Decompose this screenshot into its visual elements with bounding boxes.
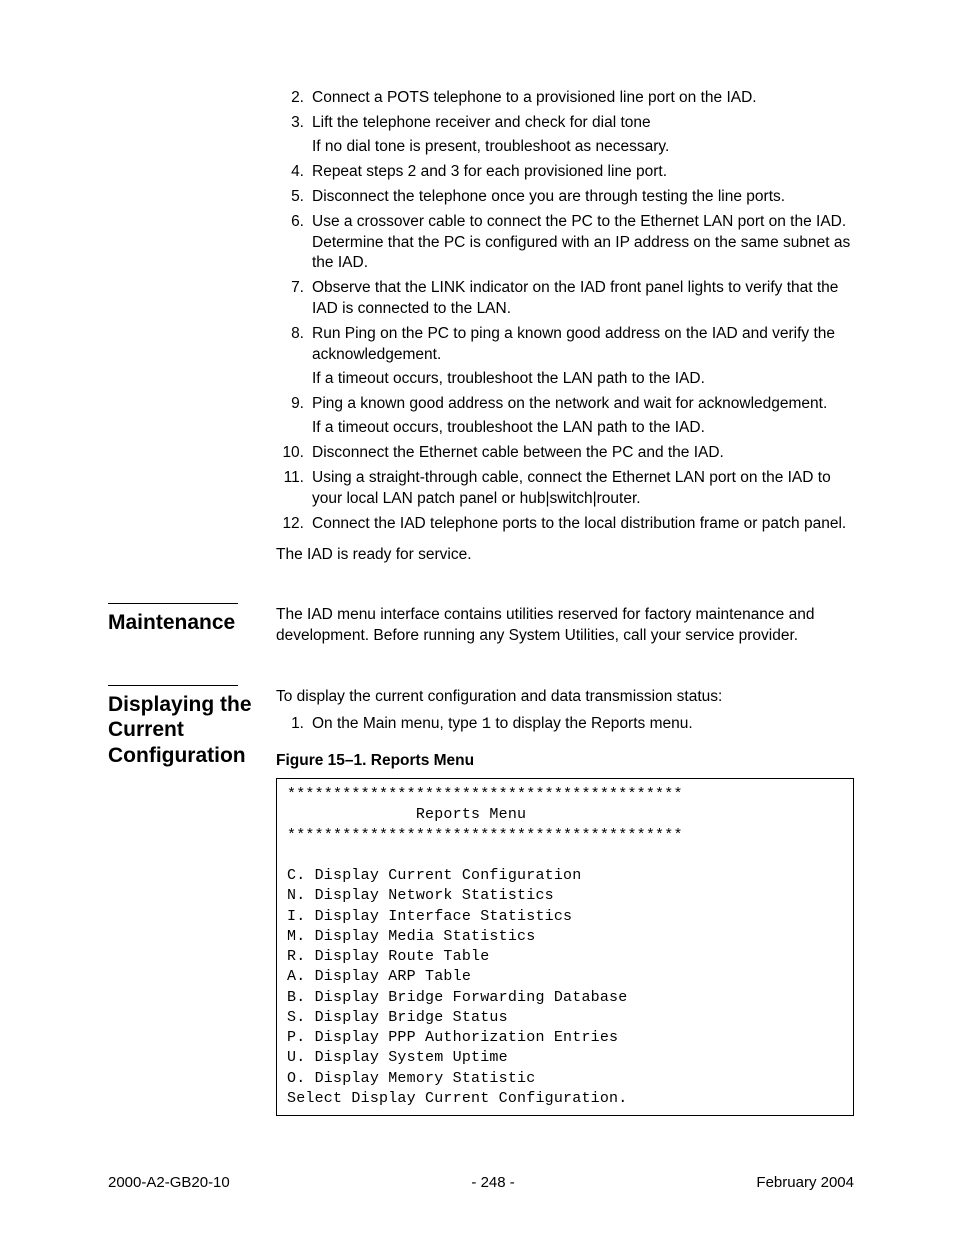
step-text: Connect a POTS telephone to a provisione…: [312, 88, 854, 109]
step-text: Disconnect the Ethernet cable between th…: [312, 443, 854, 464]
footer-date: February 2004: [756, 1173, 854, 1193]
step-text: Use a crossover cable to connect the PC …: [312, 212, 854, 275]
step-text: Using a straight-through cable, connect …: [312, 468, 854, 510]
heading-rule: [108, 603, 238, 604]
step-number: 9.: [276, 394, 312, 439]
step-number: 5.: [276, 187, 312, 208]
step-text: Run Ping on the PC to ping a known good …: [312, 324, 854, 390]
display-config-steps: 1. On the Main menu, type 1 to display t…: [276, 714, 854, 735]
steps-list: 2.Connect a POTS telephone to a provisio…: [276, 88, 854, 535]
step-number: 3.: [276, 113, 312, 158]
heading-display-config: Displaying the Current Configura­tion: [108, 685, 276, 1116]
heading-rule: [108, 685, 238, 686]
step-number: 8.: [276, 324, 312, 390]
step-text: Lift the telephone receiver and check fo…: [312, 113, 854, 158]
step-text: Disconnect the telephone once you are th…: [312, 187, 854, 208]
step-key: 1: [482, 715, 491, 733]
display-config-body: To display the current configuration and…: [276, 685, 854, 1116]
list-item: 10.Disconnect the Ethernet cable between…: [276, 443, 854, 464]
step-number: 1.: [276, 714, 312, 735]
list-item: 11.Using a straight-through cable, conne…: [276, 468, 854, 510]
step-number: 2.: [276, 88, 312, 109]
step-number: 7.: [276, 278, 312, 320]
page: 2.Connect a POTS telephone to a provisio…: [0, 0, 954, 1235]
heading-maintenance-text: Mainte­nance: [108, 611, 235, 634]
steps-container: 2.Connect a POTS telephone to a provisio…: [276, 88, 854, 565]
list-item: 6.Use a crossover cable to connect the P…: [276, 212, 854, 275]
display-config-step-1: 1. On the Main menu, type 1 to display t…: [276, 714, 854, 735]
list-item: 5.Disconnect the telephone once you are …: [276, 187, 854, 208]
maintenance-body: The IAD menu interface contains utilitie…: [276, 603, 854, 647]
section-maintenance: Mainte­nance The IAD menu interface cont…: [108, 603, 854, 647]
step-text: Observe that the LINK indicator on the I…: [312, 278, 854, 320]
list-item: 12.Connect the IAD telephone ports to th…: [276, 514, 854, 535]
figure-caption: Figure 15–1. Reports Menu: [276, 751, 854, 772]
step-text: On the Main menu, type 1 to display the …: [312, 714, 854, 735]
list-item: 3.Lift the telephone receiver and check …: [276, 113, 854, 158]
step-number: 4.: [276, 162, 312, 183]
step-text: Connect the IAD telephone ports to the l…: [312, 514, 854, 535]
step-number: 6.: [276, 212, 312, 275]
page-footer: 2000-A2-GB20-10 - 248 - February 2004: [108, 1173, 854, 1193]
maintenance-paragraph: The IAD menu interface contains utilitie…: [276, 606, 814, 644]
step-text: Ping a known good address on the network…: [312, 394, 854, 439]
step-number: 10.: [276, 443, 312, 464]
step-number: 12.: [276, 514, 312, 535]
list-item: 8.Run Ping on the PC to ping a known goo…: [276, 324, 854, 390]
step-text: Repeat steps 2 and 3 for each provisione…: [312, 162, 854, 183]
list-item: 4.Repeat steps 2 and 3 for each provisio…: [276, 162, 854, 183]
list-item: 7.Observe that the LINK indicator on the…: [276, 278, 854, 320]
heading-maintenance: Mainte­nance: [108, 603, 276, 647]
reports-menu-box: ****************************************…: [276, 778, 854, 1116]
footer-page-number: - 248 -: [471, 1173, 514, 1193]
list-item: 9.Ping a known good address on the netwo…: [276, 394, 854, 439]
section-display-config: Displaying the Current Configura­tion To…: [108, 685, 854, 1116]
step-number: 11.: [276, 468, 312, 510]
heading-display-config-text: Displaying the Current Configura­tion: [108, 693, 252, 766]
list-item: 2.Connect a POTS telephone to a provisio…: [276, 88, 854, 109]
closing-text: The IAD is ready for service.: [276, 545, 854, 566]
footer-doc-id: 2000-A2-GB20-10: [108, 1173, 230, 1193]
display-config-intro: To display the current configuration and…: [276, 687, 854, 708]
